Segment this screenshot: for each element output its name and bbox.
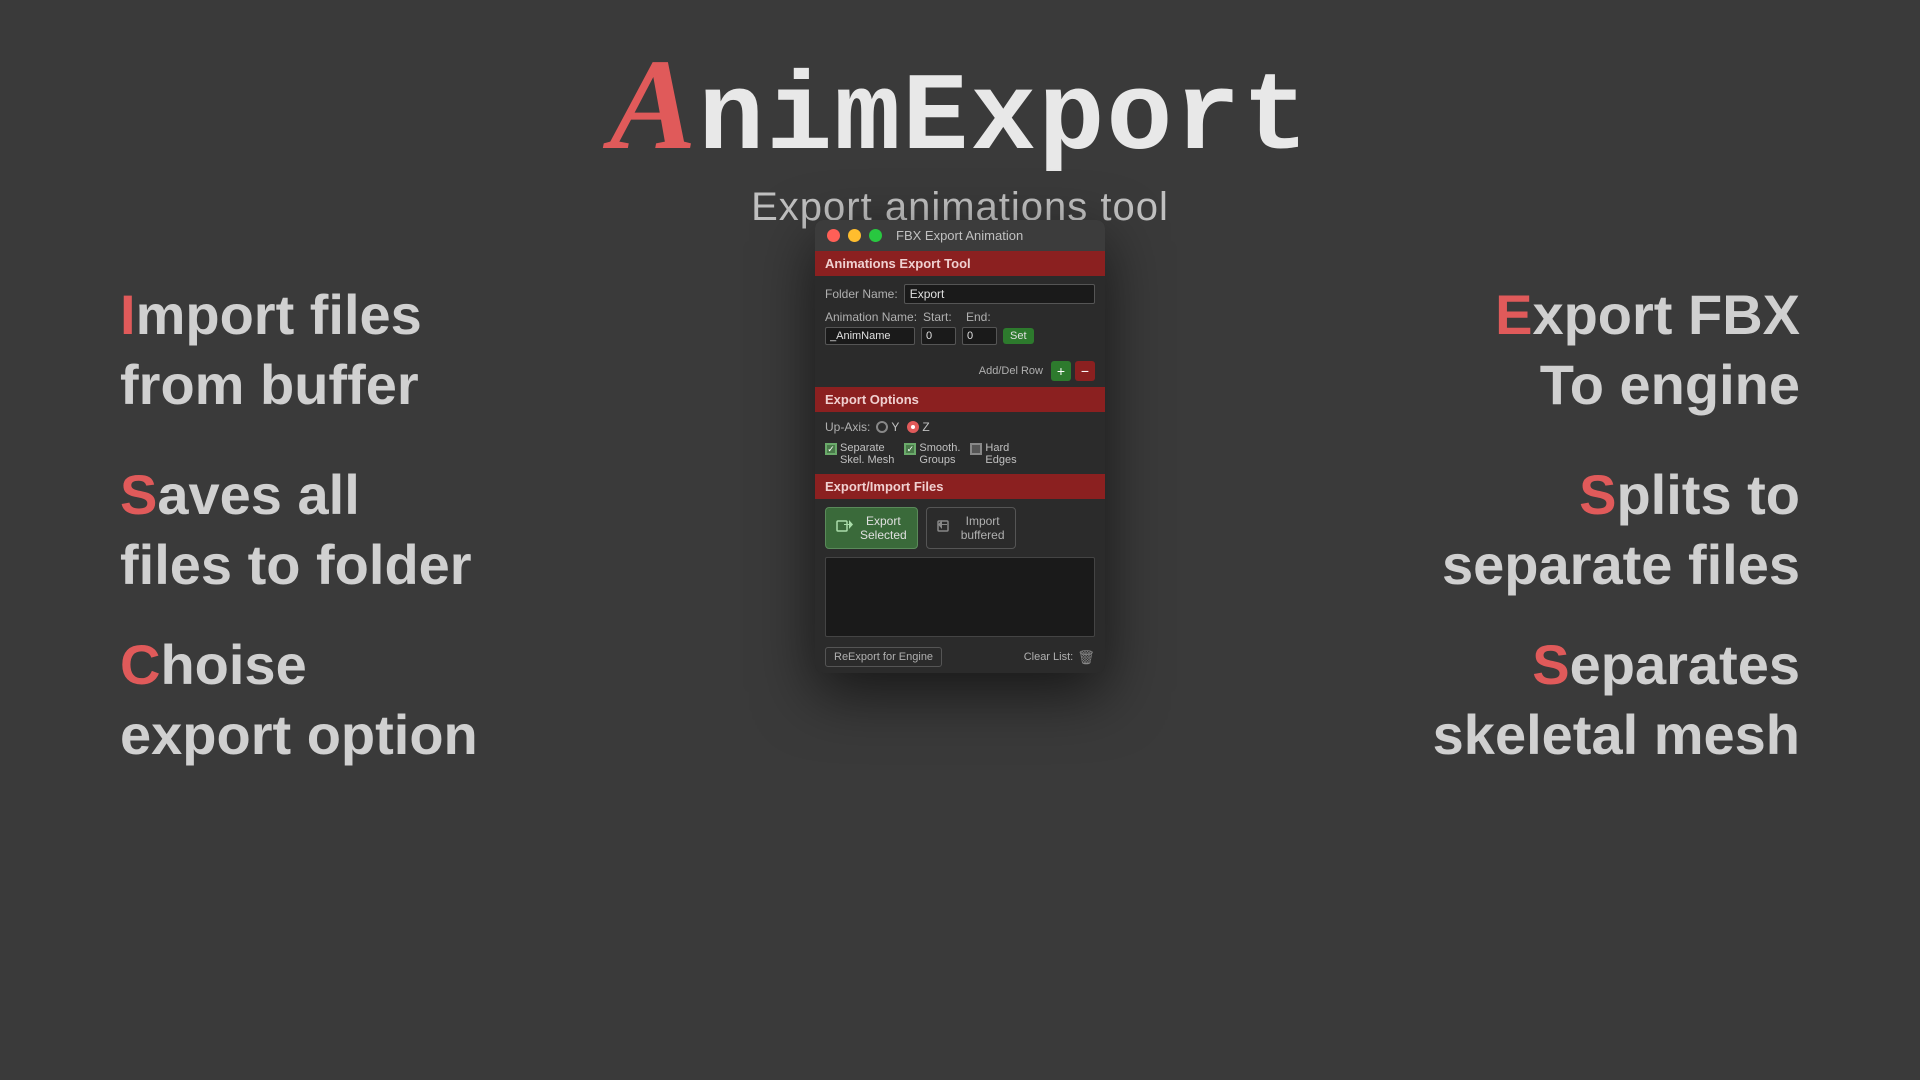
checkboxes-row: ✓ SeparateSkel. Mesh ✓ Smooth.Groups Har… <box>825 442 1095 466</box>
bg-export-e: E <box>1495 283 1532 346</box>
folder-input[interactable] <box>904 284 1095 304</box>
start-header: Start: <box>923 310 958 324</box>
bg-saves-all: Saves allfiles to folder <box>120 460 472 600</box>
radio-z-dot[interactable] <box>907 421 919 433</box>
anim-name-header: Animation Name: <box>825 310 915 324</box>
hard-edges-label: HardEdges <box>985 442 1016 466</box>
logo-rest: nimExport <box>698 57 1310 182</box>
anim-name-input[interactable] <box>825 327 915 345</box>
export-selected-label: ExportSelected <box>860 514 907 542</box>
upaxis-label: Up-Axis: <box>825 420 870 434</box>
radio-y-label: Y <box>891 420 899 434</box>
smooth-groups-checkbox[interactable]: ✓ <box>904 443 916 455</box>
bg-separates-rest: eparatesskeletal mesh <box>1433 633 1800 766</box>
bg-import-rest: mport filesfrom buffer <box>120 283 422 416</box>
bottom-bar: ReExport for Engine Clear List: 🗑 <box>815 641 1105 673</box>
add-row-button[interactable]: + <box>1051 361 1071 381</box>
separate-skel-checkbox-item[interactable]: ✓ SeparateSkel. Mesh <box>825 442 894 466</box>
bg-splits-rest: plits toseparate files <box>1442 463 1800 596</box>
radio-y-item[interactable]: Y <box>876 420 899 434</box>
add-del-row: Add/Del Row + − <box>815 359 1105 387</box>
bg-separates-s: S <box>1532 633 1569 696</box>
export-options-header: Export Options <box>815 387 1105 412</box>
trash-icon[interactable]: 🗑 <box>1077 649 1095 666</box>
radio-z-item[interactable]: Z <box>907 420 929 434</box>
clear-list-area: Clear List: 🗑 <box>1024 649 1095 666</box>
anim-inputs-row: Set <box>825 327 1095 345</box>
traffic-light-minimize[interactable] <box>848 229 861 242</box>
start-input[interactable] <box>921 327 956 345</box>
bg-separates: Separatesskeletal mesh <box>1433 630 1800 770</box>
anim-labels-row: Animation Name: Start: End: <box>825 310 1095 324</box>
logo-letter-a: A <box>610 33 699 177</box>
bg-choise: Choiseexport option <box>120 630 478 770</box>
export-icon <box>836 517 854 540</box>
bg-saves-rest: aves allfiles to folder <box>120 463 472 596</box>
animation-list <box>825 557 1095 637</box>
bg-choise-rest: hoiseexport option <box>120 633 478 766</box>
form-area: Folder Name: Animation Name: Start: End:… <box>815 276 1105 359</box>
animations-export-tool-header: Animations Export Tool <box>815 251 1105 276</box>
folder-name-row: Folder Name: <box>825 284 1095 304</box>
radio-z-label: Z <box>922 420 929 434</box>
export-selected-button[interactable]: ExportSelected <box>825 507 918 549</box>
separate-skel-label: SeparateSkel. Mesh <box>840 442 894 466</box>
bg-export-fbx: Export FBXTo engine <box>1495 280 1800 420</box>
window-title: FBX Export Animation <box>896 228 1023 243</box>
radio-group: Y Z <box>876 420 929 434</box>
add-del-label: Add/Del Row <box>979 365 1043 377</box>
set-button[interactable]: Set <box>1003 328 1034 344</box>
smooth-groups-checkbox-item[interactable]: ✓ Smooth.Groups <box>904 442 960 466</box>
axis-row: Up-Axis: Y Z <box>825 420 1095 434</box>
bg-export-rest: xport FBXTo engine <box>1532 283 1800 416</box>
hard-edges-checkbox-item[interactable]: HardEdges <box>970 442 1016 466</box>
fbx-export-window: FBX Export Animation Animations Export T… <box>815 220 1105 673</box>
radio-y-dot[interactable] <box>876 421 888 433</box>
import-buffered-label: Importbuffered <box>961 514 1005 542</box>
traffic-light-close[interactable] <box>827 229 840 242</box>
hard-edges-checkbox[interactable] <box>970 443 982 455</box>
logo-title: AnimExport <box>610 40 1311 175</box>
titlebar: FBX Export Animation <box>815 220 1105 251</box>
clear-list-label: Clear List: <box>1024 651 1074 663</box>
reexport-engine-button[interactable]: ReExport for Engine <box>825 647 942 667</box>
end-input[interactable] <box>962 327 997 345</box>
end-header: End: <box>966 310 1001 324</box>
window-wrapper: FBX Export Animation Animations Export T… <box>815 220 1105 673</box>
bg-splits: Splits toseparate files <box>1442 460 1800 600</box>
bg-splits-s: S <box>1579 463 1616 526</box>
bg-import-files: Import filesfrom buffer <box>120 280 422 420</box>
hero-section: AnimExport Export animations tool <box>0 0 1920 230</box>
import-icon <box>937 517 955 540</box>
separate-skel-checkbox[interactable]: ✓ <box>825 443 837 455</box>
ei-area: ExportSelected Importbuffered <box>815 499 1105 557</box>
bg-import-i: I <box>120 283 136 346</box>
options-area: Up-Axis: Y Z ✓ SeparateSkel. Mesh <box>815 412 1105 474</box>
import-buffered-button[interactable]: Importbuffered <box>926 507 1016 549</box>
folder-label: Folder Name: <box>825 287 898 301</box>
bg-choise-c: C <box>120 633 160 696</box>
bg-saves-s: S <box>120 463 157 526</box>
traffic-light-fullscreen[interactable] <box>869 229 882 242</box>
export-import-header: Export/Import Files <box>815 474 1105 499</box>
del-row-button[interactable]: − <box>1075 361 1095 381</box>
smooth-groups-label: Smooth.Groups <box>919 442 960 466</box>
